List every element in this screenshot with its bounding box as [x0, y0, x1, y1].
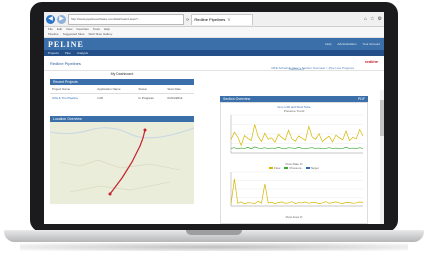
scroll-thumb[interactable] [380, 100, 384, 136]
series-line-pressure[interactable] [230, 146, 364, 150]
table-row[interactable]: CZA & Trio Pipeline 1.00 In Progress 01/… [50, 94, 194, 103]
column-header[interactable]: Project Name [50, 85, 96, 94]
refresh-icon[interactable]: ⟳ [186, 17, 189, 22]
flow-area-chart[interactable] [221, 170, 367, 210]
recent-projects-title: Recent Projects [53, 80, 78, 84]
screen: ◀ ▶ http://www.pipelinesoftware.com/dash… [44, 12, 384, 224]
app-header: PELINE Help Administration Your Account [44, 38, 384, 50]
tab-title: Redline Pipelines [194, 16, 226, 22]
account-link[interactable]: Your Account [362, 42, 380, 46]
table-header-row: Project Name Application Name Status Sta… [50, 85, 194, 94]
pressure-chart[interactable] [221, 113, 367, 157]
close-icon[interactable]: ✕ [227, 17, 230, 22]
right-column: Section Overview PDF Item 1.00 and Flow … [220, 96, 368, 224]
chart-panel: Item 1.00 and Flow Tube Pressure Trend F… [220, 102, 368, 224]
header-links: Help Administration Your Account [325, 42, 380, 46]
laptop-notch [186, 230, 242, 235]
projects-table: Project Name Application Name Status Sta… [50, 85, 194, 102]
help-link[interactable]: Help [325, 42, 331, 46]
app-logo[interactable]: PELINE [48, 40, 84, 49]
route-start-marker[interactable] [143, 128, 147, 132]
browser-toolbar: ◀ ▶ http://www.pipelinesoftware.com/dash… [44, 12, 384, 27]
favorite-item[interactable]: Web Slice Gallery [89, 32, 113, 37]
home-icon[interactable]: ⌂ [364, 16, 367, 22]
favorite-item[interactable]: Pipeline [48, 32, 59, 37]
chart2-title: Flow Area % [285, 215, 303, 219]
window-controls: ⌂ ☆ ⚙ [364, 16, 382, 22]
laptop-shadow [20, 243, 408, 251]
page-scrollbar[interactable] [380, 90, 384, 224]
gear-icon[interactable]: ⚙ [378, 16, 382, 22]
address-bar[interactable]: http://www.pipelinesoftware.com/dashboar… [68, 13, 184, 25]
page-title: Redline Pipelines [50, 61, 81, 66]
map-canvas [50, 122, 194, 204]
admin-link[interactable]: Administration [337, 42, 356, 46]
star-icon[interactable]: ☆ [370, 16, 374, 22]
dashboard-link[interactable]: Dashboard [289, 67, 304, 71]
breadcrumb[interactable]: MFE Schedule View > Section Overview > P… [272, 66, 355, 70]
table-cell: 01/01/2014 [167, 96, 183, 100]
project-name-link[interactable]: CZA & Trio Pipeline [50, 94, 95, 103]
series-line-flow[interactable] [230, 124, 364, 147]
favorite-item[interactable]: Suggested Sites [63, 32, 85, 37]
page-title-row: Redline Pipelines redline MFE Schedule V… [44, 56, 384, 71]
column-header[interactable]: Start Date [165, 85, 194, 94]
forward-icon[interactable]: ▶ [57, 14, 66, 24]
dashboard-label: My Dashboard [110, 72, 134, 76]
browser-tab[interactable]: Redline Pipelines ✕ [191, 13, 254, 25]
route-end-marker[interactable] [108, 192, 112, 196]
series-line-flow[interactable] [230, 178, 364, 205]
location-map[interactable] [50, 122, 194, 204]
column-header[interactable]: Application Name [95, 85, 137, 94]
table-cell: 1.00 [97, 96, 103, 100]
client-logo: redline [364, 59, 378, 64]
table-cell: In Progress [138, 96, 154, 100]
back-icon[interactable]: ◀ [46, 14, 55, 24]
column-header[interactable]: Status [136, 85, 166, 94]
left-column: My Dashboard Recent Projects Project Nam… [50, 70, 194, 204]
